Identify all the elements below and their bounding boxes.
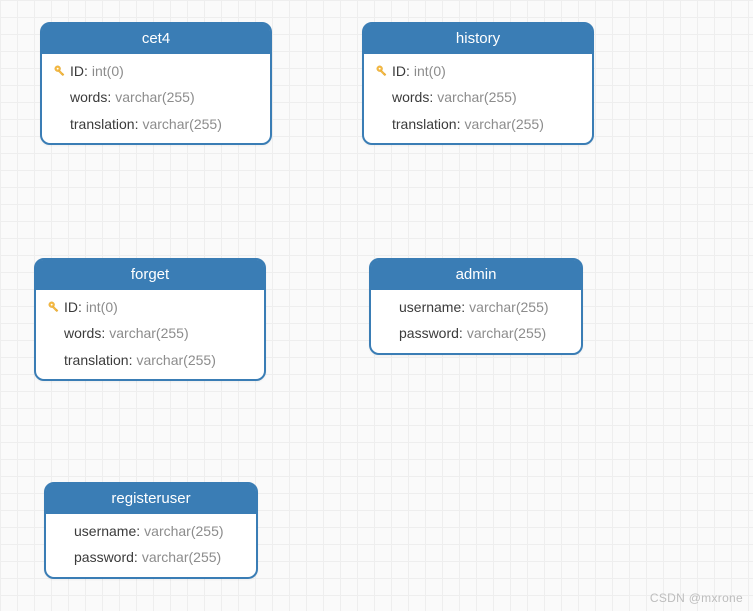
field-name: ID (64, 297, 78, 317)
primary-key-icon (47, 300, 61, 314)
field-row: ID:int(0) (36, 294, 264, 320)
entity-title: admin (371, 260, 581, 290)
field-type: varchar(255) (144, 521, 223, 541)
field-type: int(0) (92, 61, 124, 81)
field-row: username:varchar(255) (371, 294, 581, 320)
field-name: ID (70, 61, 84, 81)
entity-body: username:varchar(255)password:varchar(25… (46, 514, 256, 577)
primary-key-cell (44, 300, 64, 314)
field-row: password:varchar(255) (46, 544, 256, 570)
field-type: varchar(255) (437, 87, 516, 107)
primary-key-icon (375, 64, 389, 78)
field-name: username (74, 521, 136, 541)
field-name: translation (392, 114, 457, 134)
field-row: password:varchar(255) (371, 320, 581, 346)
entity-body: username:varchar(255)password:varchar(25… (371, 290, 581, 353)
entity-title: history (364, 24, 592, 54)
field-type: varchar(255) (109, 323, 188, 343)
field-name: words (392, 87, 429, 107)
entity-admin[interactable]: adminusername:varchar(255)password:varch… (369, 258, 583, 355)
field-row: ID:int(0) (364, 58, 592, 84)
field-type: varchar(255) (115, 87, 194, 107)
field-row: translation:varchar(255) (364, 111, 592, 137)
field-type: varchar(255) (142, 114, 221, 134)
primary-key-icon (53, 64, 67, 78)
field-name: password (74, 547, 134, 567)
entity-registeruser[interactable]: registeruserusername:varchar(255)passwor… (44, 482, 258, 579)
field-type: varchar(255) (469, 297, 548, 317)
entity-title: registeruser (46, 484, 256, 514)
field-type: varchar(255) (142, 547, 221, 567)
field-row: words:varchar(255) (36, 320, 264, 346)
field-row: words:varchar(255) (42, 84, 270, 110)
field-row: ID:int(0) (42, 58, 270, 84)
field-type: int(0) (414, 61, 446, 81)
field-name: ID (392, 61, 406, 81)
field-name: translation (64, 350, 129, 370)
entity-history[interactable]: history ID:int(0)words:varchar(255)trans… (362, 22, 594, 145)
primary-key-cell (372, 64, 392, 78)
field-name: username (399, 297, 461, 317)
primary-key-cell (50, 64, 70, 78)
entity-title: cet4 (42, 24, 270, 54)
entity-forget[interactable]: forget ID:int(0)words:varchar(255)transl… (34, 258, 266, 381)
field-row: words:varchar(255) (364, 84, 592, 110)
field-type: varchar(255) (136, 350, 215, 370)
field-type: varchar(255) (467, 323, 546, 343)
field-row: translation:varchar(255) (36, 347, 264, 373)
field-name: translation (70, 114, 135, 134)
field-type: varchar(255) (464, 114, 543, 134)
entity-body: ID:int(0)words:varchar(255)translation:v… (42, 54, 270, 143)
entity-title: forget (36, 260, 264, 290)
watermark-text: CSDN @mxrone (650, 591, 743, 605)
field-row: username:varchar(255) (46, 518, 256, 544)
field-type: int(0) (86, 297, 118, 317)
field-name: words (70, 87, 107, 107)
entity-body: ID:int(0)words:varchar(255)translation:v… (364, 54, 592, 143)
entity-cet4[interactable]: cet4 ID:int(0)words:varchar(255)translat… (40, 22, 272, 145)
field-name: password (399, 323, 459, 343)
field-row: translation:varchar(255) (42, 111, 270, 137)
entity-body: ID:int(0)words:varchar(255)translation:v… (36, 290, 264, 379)
field-name: words (64, 323, 101, 343)
